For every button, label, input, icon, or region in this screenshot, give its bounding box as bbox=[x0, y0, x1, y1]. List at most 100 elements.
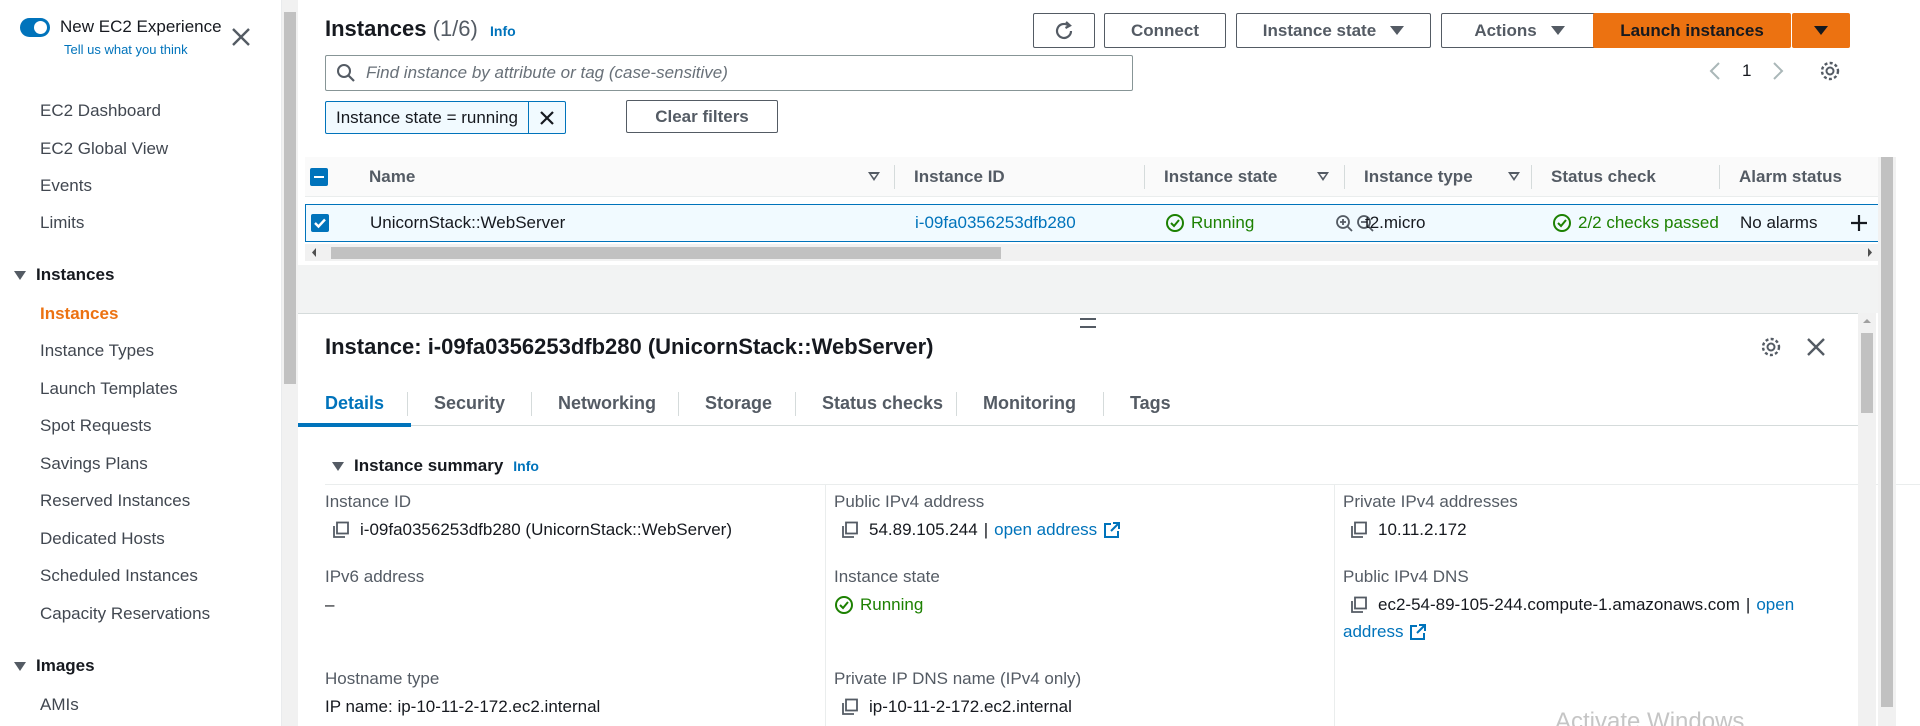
tab-security[interactable]: Security bbox=[434, 380, 505, 426]
instance-id-text: i-09fa0356253dfb280 (UnicornStack::WebSe… bbox=[360, 520, 733, 539]
instance-state-dropdown[interactable]: Instance state bbox=[1236, 13, 1431, 48]
gear-icon[interactable] bbox=[1760, 336, 1782, 358]
hostname-type-value: IP name: ip-10-11-2-172.ec2.internal bbox=[325, 697, 601, 716]
sidebar-scrollbar[interactable] bbox=[282, 0, 298, 726]
zoom-in-icon[interactable] bbox=[1335, 214, 1354, 233]
new-experience-title: New EC2 Experience bbox=[60, 17, 222, 36]
private-dns-label: Private IP DNS name (IPv4 only) bbox=[834, 669, 1082, 688]
search-icon bbox=[337, 64, 355, 82]
clear-filters-button[interactable]: Clear filters bbox=[626, 100, 778, 133]
sort-icon[interactable] bbox=[1508, 172, 1520, 181]
nav-spot-requests[interactable]: Spot Requests bbox=[40, 416, 152, 436]
check-icon bbox=[311, 214, 329, 232]
feedback-link[interactable]: Tell us what you think bbox=[64, 42, 188, 57]
search-field[interactable] bbox=[325, 55, 1133, 91]
gear-icon[interactable] bbox=[1819, 60, 1841, 82]
nav-section-images[interactable]: Images bbox=[14, 656, 95, 676]
summary-title: Instance summary bbox=[354, 456, 504, 475]
select-all-checkbox[interactable] bbox=[310, 157, 328, 197]
scroll-right-icon[interactable] bbox=[1865, 244, 1875, 261]
row-checkbox[interactable] bbox=[311, 205, 329, 241]
column-header-instance-state[interactable]: Instance state bbox=[1164, 157, 1277, 197]
actions-dropdown[interactable]: Actions bbox=[1441, 13, 1598, 48]
column-header-instance-type[interactable]: Instance type bbox=[1364, 157, 1473, 197]
selection-count: (1/6) bbox=[432, 16, 478, 41]
page-vertical-scrollbar[interactable] bbox=[1878, 157, 1896, 726]
filter-token: Instance state = running bbox=[325, 101, 566, 134]
info-link[interactable]: Info bbox=[490, 23, 516, 39]
public-ipv4-text: 54.89.105.244 bbox=[869, 520, 978, 539]
nav-dedicated-hosts[interactable]: Dedicated Hosts bbox=[40, 529, 165, 549]
nav-ec2-global-view[interactable]: EC2 Global View bbox=[40, 139, 168, 159]
check-circle-icon bbox=[835, 596, 853, 614]
split-panel-gap bbox=[298, 265, 1878, 313]
scroll-left-icon[interactable] bbox=[309, 244, 319, 261]
nav-scheduled-instances[interactable]: Scheduled Instances bbox=[40, 566, 198, 586]
copy-icon[interactable] bbox=[332, 521, 350, 539]
separator: | bbox=[1745, 595, 1751, 614]
instance-state-label: Instance state bbox=[834, 567, 940, 586]
column-header-status-check[interactable]: Status check bbox=[1551, 157, 1656, 197]
info-link[interactable]: Info bbox=[513, 458, 539, 474]
nav-launch-templates[interactable]: Launch Templates bbox=[40, 379, 178, 399]
add-alarm-icon[interactable] bbox=[1849, 205, 1869, 241]
cell-status-check[interactable]: 2/2 checks passed bbox=[1552, 205, 1719, 241]
connect-button[interactable]: Connect bbox=[1104, 13, 1226, 48]
open-address-link[interactable]: open bbox=[1756, 595, 1794, 615]
refresh-button[interactable] bbox=[1033, 13, 1095, 48]
cell-instance-id[interactable]: i-09fa0356253dfb280 bbox=[915, 205, 1076, 241]
nav-ec2-dashboard[interactable]: EC2 Dashboard bbox=[40, 101, 161, 121]
nav-instances[interactable]: Instances bbox=[40, 304, 118, 324]
remove-filter-icon[interactable] bbox=[529, 102, 565, 133]
external-link-icon[interactable] bbox=[1103, 521, 1121, 539]
private-ipv4-value: 10.11.2.172 bbox=[1350, 520, 1467, 540]
close-icon[interactable] bbox=[1806, 337, 1826, 357]
close-icon[interactable] bbox=[230, 26, 252, 48]
copy-icon[interactable] bbox=[841, 698, 859, 716]
tab-storage[interactable]: Storage bbox=[705, 380, 772, 426]
tab-networking[interactable]: Networking bbox=[558, 380, 656, 426]
copy-icon[interactable] bbox=[1350, 596, 1368, 614]
copy-icon[interactable] bbox=[841, 521, 859, 539]
sort-icon[interactable] bbox=[1317, 172, 1329, 181]
tab-status-checks[interactable]: Status checks bbox=[822, 380, 943, 426]
launch-options-button[interactable] bbox=[1792, 13, 1850, 48]
filter-token-label[interactable]: Instance state = running bbox=[326, 102, 529, 133]
tab-monitoring[interactable]: Monitoring bbox=[983, 380, 1076, 426]
table-horizontal-scrollbar[interactable] bbox=[305, 244, 1879, 261]
search-input[interactable] bbox=[366, 63, 1106, 83]
column-header-instance-id[interactable]: Instance ID bbox=[914, 157, 1005, 197]
chevron-left-icon[interactable] bbox=[1708, 61, 1722, 81]
open-address-link[interactable]: open address bbox=[994, 520, 1097, 540]
table-header: Name Instance ID Instance state Instance… bbox=[305, 157, 1879, 197]
nav-reserved-instances[interactable]: Reserved Instances bbox=[40, 491, 190, 511]
launch-instances-button[interactable]: Launch instances bbox=[1593, 13, 1791, 48]
page-number[interactable]: 1 bbox=[1742, 61, 1751, 81]
chevron-right-icon[interactable] bbox=[1771, 61, 1785, 81]
sort-icon[interactable] bbox=[868, 172, 880, 181]
table-row[interactable]: UnicornStack::WebServer i-09fa0356253dfb… bbox=[305, 204, 1879, 242]
tab-details[interactable]: Details bbox=[297, 380, 412, 427]
caret-down-icon bbox=[1550, 26, 1565, 35]
scroll-up-icon[interactable] bbox=[1858, 315, 1876, 327]
new-experience-toggle[interactable] bbox=[20, 18, 50, 37]
nav-section-instances[interactable]: Instances bbox=[14, 265, 114, 285]
instance-state-value: Running bbox=[834, 595, 923, 615]
detail-vertical-scrollbar[interactable] bbox=[1858, 313, 1876, 726]
column-header-name[interactable]: Name bbox=[369, 157, 415, 197]
open-address-link[interactable]: address bbox=[1343, 622, 1403, 642]
nav-events[interactable]: Events bbox=[40, 176, 92, 196]
external-link-icon[interactable] bbox=[1409, 623, 1427, 641]
nav-amis[interactable]: AMIs bbox=[40, 695, 79, 715]
instance-summary-toggle[interactable]: Instance summary Info bbox=[332, 456, 539, 476]
tab-tags[interactable]: Tags bbox=[1130, 380, 1171, 426]
copy-icon[interactable] bbox=[1350, 521, 1368, 539]
nav-limits[interactable]: Limits bbox=[40, 213, 84, 233]
cell-name: UnicornStack::WebServer bbox=[370, 213, 566, 232]
nav-savings-plans[interactable]: Savings Plans bbox=[40, 454, 148, 474]
sidebar: New EC2 Experience Tell us what you thin… bbox=[0, 0, 282, 726]
nav-instance-types[interactable]: Instance Types bbox=[40, 341, 154, 361]
public-dns-open-wrap: address bbox=[1343, 622, 1427, 642]
column-header-alarm-status[interactable]: Alarm status bbox=[1739, 157, 1842, 197]
nav-capacity-reservations[interactable]: Capacity Reservations bbox=[40, 604, 210, 624]
